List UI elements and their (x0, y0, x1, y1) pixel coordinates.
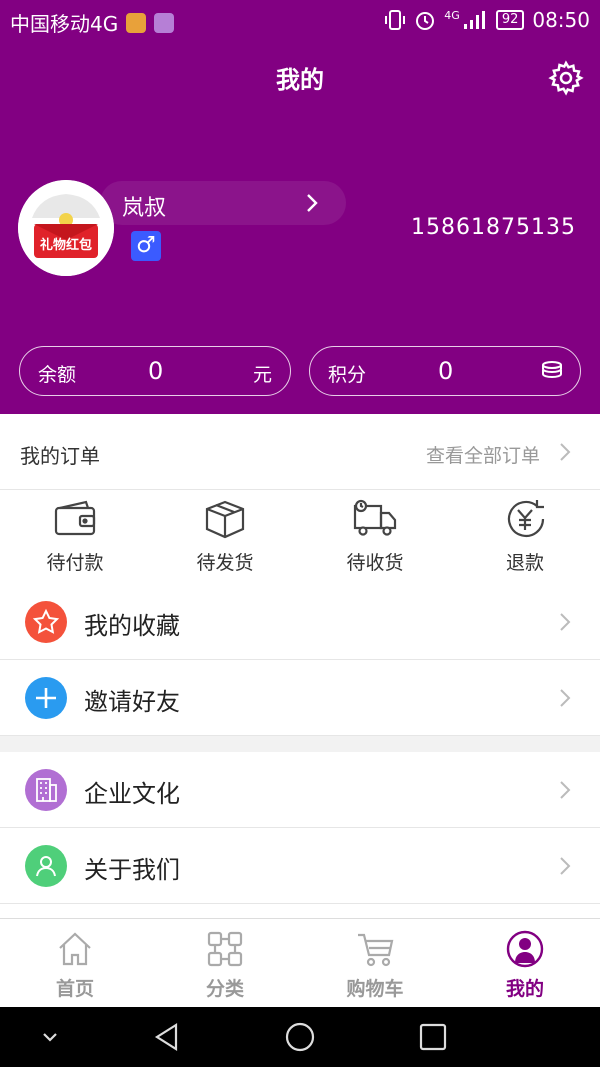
person-icon (25, 845, 67, 887)
phone-number: 15861875135 (411, 215, 576, 240)
balance-card[interactable]: 余额 0 元 (19, 346, 291, 396)
chevron-right-icon (307, 194, 318, 212)
orders-section: 我的订单 查看全部订单 待付款 待发货 待收货 退款 (0, 414, 600, 584)
view-all-orders-link[interactable]: 查看全部订单 (426, 441, 540, 468)
building-icon (25, 769, 67, 811)
chevron-right-icon (560, 857, 571, 875)
order-refund[interactable]: 退款 (450, 498, 600, 578)
order-label: 待付款 (46, 552, 104, 574)
male-gender-icon: ♂ (131, 231, 161, 261)
clock: 08:50 (532, 8, 590, 32)
recents-icon[interactable] (418, 1022, 448, 1052)
chevron-right-icon (560, 689, 571, 707)
tab-label: 分类 (205, 978, 244, 1000)
wallet-icon (54, 500, 96, 536)
home-icon (59, 932, 91, 966)
menu-label: 邀请好友 (84, 688, 180, 716)
menu-label: 关于我们 (84, 856, 180, 884)
tab-profile[interactable]: 我的 (450, 919, 600, 1009)
settings-gear-icon[interactable] (548, 60, 584, 96)
order-pending-receipt[interactable]: 待收货 (300, 498, 450, 578)
chevron-right-icon (560, 613, 571, 631)
menu-group-1: 我的收藏 邀请好友 (0, 584, 600, 736)
profile-header: 我的 礼物红包 岚叔 ♂ 15861875135 余额 0 元 积分 0 (0, 40, 600, 414)
order-label: 退款 (505, 552, 544, 574)
points-value: 0 (438, 357, 454, 385)
network-type: 4G (444, 8, 460, 22)
points-label: 积分 (328, 364, 367, 386)
page-title: 我的 (276, 66, 324, 94)
collapse-chevron-icon[interactable] (35, 1022, 65, 1052)
menu-group-2: 企业文化 关于我们 (0, 752, 600, 918)
order-label: 待收货 (346, 552, 404, 574)
user-name: 岚叔 (122, 196, 167, 221)
category-icon (207, 931, 243, 967)
profile-icon (506, 930, 544, 968)
alarm-icon (416, 12, 435, 30)
signal-icon (463, 11, 485, 29)
tab-cart[interactable]: 购物车 (300, 919, 450, 1009)
menu-label: 企业文化 (84, 780, 180, 808)
menu-item-favorites[interactable]: 我的收藏 (0, 584, 600, 660)
tab-label: 首页 (55, 978, 94, 1000)
plus-icon (25, 677, 67, 719)
status-bar: 中国移动4G 4G 92 08:50 (0, 0, 600, 40)
menu-item-about[interactable]: 关于我们 (0, 828, 600, 904)
home-button-icon[interactable] (285, 1022, 315, 1052)
coins-icon (542, 361, 562, 379)
system-nav-bar (0, 1007, 600, 1067)
points-card[interactable]: 积分 0 (309, 346, 581, 396)
tab-home[interactable]: 首页 (0, 919, 150, 1009)
battery-indicator: 92 (495, 10, 525, 30)
chevron-right-icon (560, 781, 571, 799)
cart-icon (358, 933, 394, 967)
tab-label: 我的 (505, 978, 544, 1000)
carrier-label: 中国移动4G (10, 12, 119, 36)
tab-category[interactable]: 分类 (150, 919, 300, 1009)
order-pending-shipment[interactable]: 待发货 (150, 498, 300, 578)
order-pending-payment[interactable]: 待付款 (0, 498, 150, 578)
order-label: 待发货 (196, 552, 254, 574)
star-icon (25, 601, 67, 643)
back-icon[interactable] (152, 1022, 182, 1052)
balance-value: 0 (148, 357, 164, 385)
box-icon (205, 500, 245, 539)
balance-unit: 元 (252, 364, 272, 386)
notification-image-icon (154, 12, 175, 33)
menu-item-invite[interactable]: 邀请好友 (0, 660, 600, 736)
avatar-caption: 礼物红包 (39, 238, 92, 253)
avatar[interactable]: 礼物红包 (18, 180, 114, 276)
orders-header[interactable]: 我的订单 查看全部订单 (0, 414, 600, 490)
notification-app-icon (126, 12, 147, 33)
balance-label: 余额 (38, 364, 77, 386)
orders-title: 我的订单 (20, 444, 100, 468)
tab-label: 购物车 (346, 978, 404, 1000)
refund-icon (507, 500, 545, 538)
vibrate-icon (385, 10, 406, 30)
menu-label: 我的收藏 (84, 612, 180, 640)
menu-item-culture[interactable]: 企业文化 (0, 752, 600, 828)
truck-icon (353, 499, 397, 536)
chevron-right-icon (560, 443, 571, 461)
bottom-tab-bar: 首页 分类 购物车 我的 (0, 918, 600, 1008)
